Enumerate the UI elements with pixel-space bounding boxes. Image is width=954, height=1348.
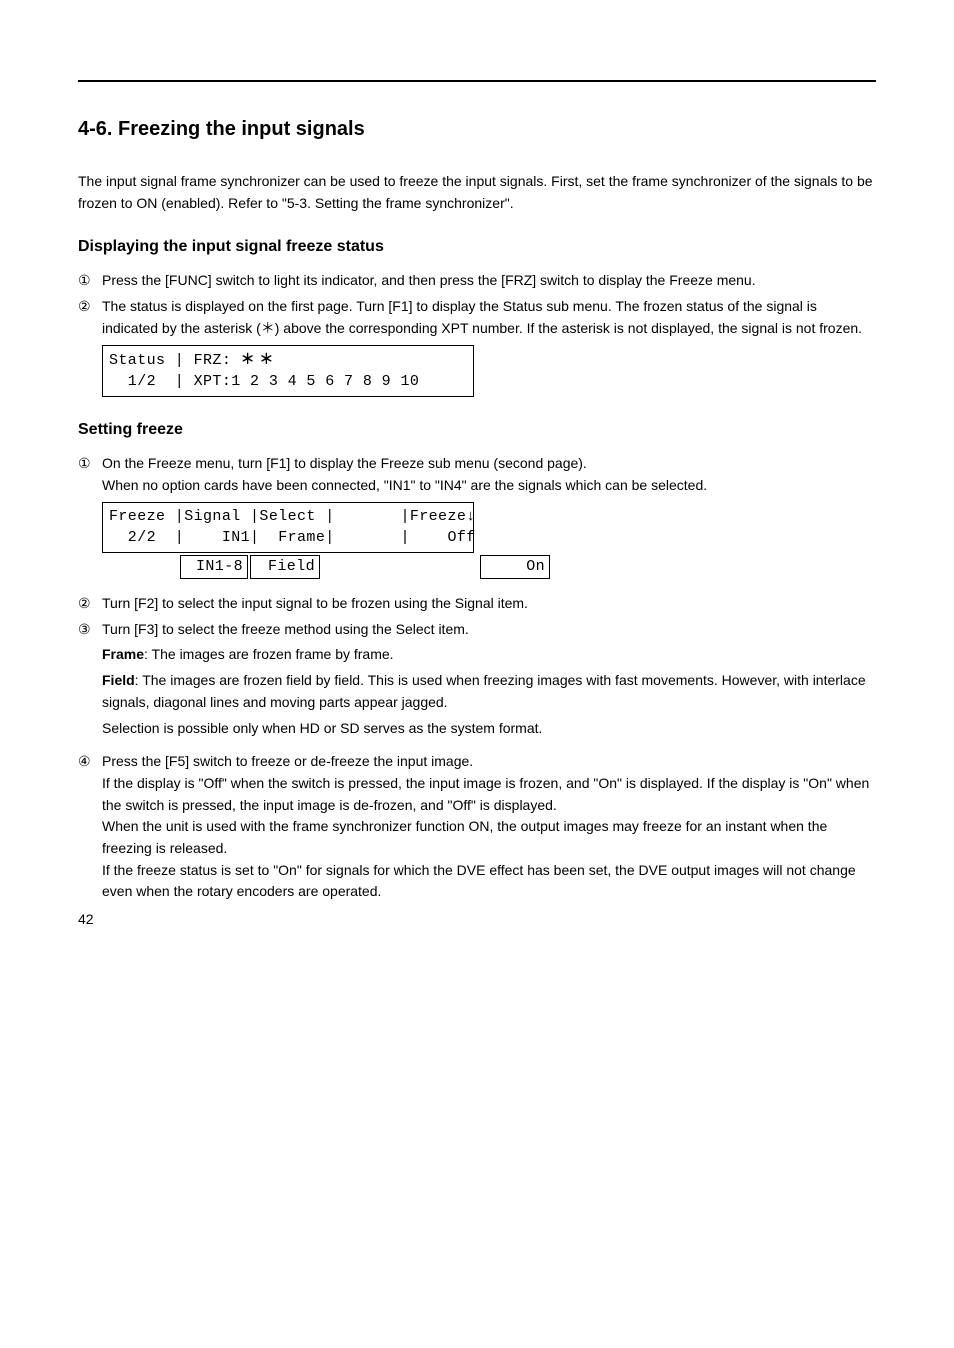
page-number: 42 xyxy=(78,911,94,927)
step-number-3-icon: ③ xyxy=(78,619,102,641)
freeze-step1-a: On the Freeze menu, turn [F1] to display… xyxy=(102,453,876,475)
freeze-frame-text: : The images are frozen frame by frame. xyxy=(144,646,394,662)
lcd-status-line1-prefix: Status | FRZ: xyxy=(109,352,241,369)
section-title: 4-6. Freezing the input signals xyxy=(78,118,876,141)
freeze-step4-d: If the freeze status is set to "On" for … xyxy=(102,860,876,903)
status-step2-text-b: ) above the corresponding XPT number. If… xyxy=(275,320,862,336)
step-number-4-icon: ④ xyxy=(78,751,102,773)
lcd-freeze-line2: 2/2 | IN1| Frame| | Off xyxy=(109,529,476,546)
freeze-step1-b: When no option cards have been connected… xyxy=(102,475,876,497)
step-number-2-icon: ② xyxy=(78,593,102,615)
lcd-freeze-line1: Freeze |Signal |Select | |Freeze↓ xyxy=(109,508,476,525)
step-number-2-icon: ② xyxy=(78,296,102,318)
step-number-1-icon: ① xyxy=(78,453,102,475)
freeze-field-label: Field xyxy=(102,672,135,688)
options-spacer xyxy=(102,555,178,579)
option-signal-range: IN1-8 xyxy=(180,555,248,579)
lcd-status-line2: 1/2 | XPT:1 2 3 4 5 6 7 8 9 10 xyxy=(109,373,419,390)
option-freeze-on: On xyxy=(480,555,550,579)
status-lcd-display: Status | FRZ: ＊ ＊ 1/2 | XPT:1 2 3 4 5 6 … xyxy=(102,345,474,397)
freeze-field-text: : The images are frozen field by field. … xyxy=(102,672,866,710)
freeze-frame-label: Frame xyxy=(102,646,144,662)
intro-paragraph: The input signal frame synchronizer can … xyxy=(78,171,876,214)
option-select-field: Field xyxy=(250,555,320,579)
asterisk-icon: ＊ xyxy=(261,320,275,336)
lcd-asterisk-icon: ＊ ＊ xyxy=(241,351,274,367)
status-step1: Press the [FUNC] switch to light its ind… xyxy=(102,270,876,292)
freeze-lcd-display: Freeze |Signal |Select | |Freeze↓ 2/2 | … xyxy=(102,502,474,553)
freeze-step4-b: If the display is "Off" when the switch … xyxy=(102,773,876,816)
freeze-step3-intro: Turn [F3] to select the freeze method us… xyxy=(102,619,876,641)
status-step2: The status is displayed on the first pag… xyxy=(102,296,876,339)
freeze-step4-c: When the unit is used with the frame syn… xyxy=(102,816,876,859)
freeze-step2: Turn [F2] to select the input signal to … xyxy=(102,593,876,615)
freeze-step3-note: Selection is possible only when HD or SD… xyxy=(102,718,876,740)
step-number-1-icon: ① xyxy=(78,270,102,292)
freeze-heading: Setting freeze xyxy=(78,421,876,439)
freeze-step4-a: Press the [F5] switch to freeze or de-fr… xyxy=(102,751,876,773)
options-gap xyxy=(322,555,478,579)
status-heading: Displaying the input signal freeze statu… xyxy=(78,238,876,256)
